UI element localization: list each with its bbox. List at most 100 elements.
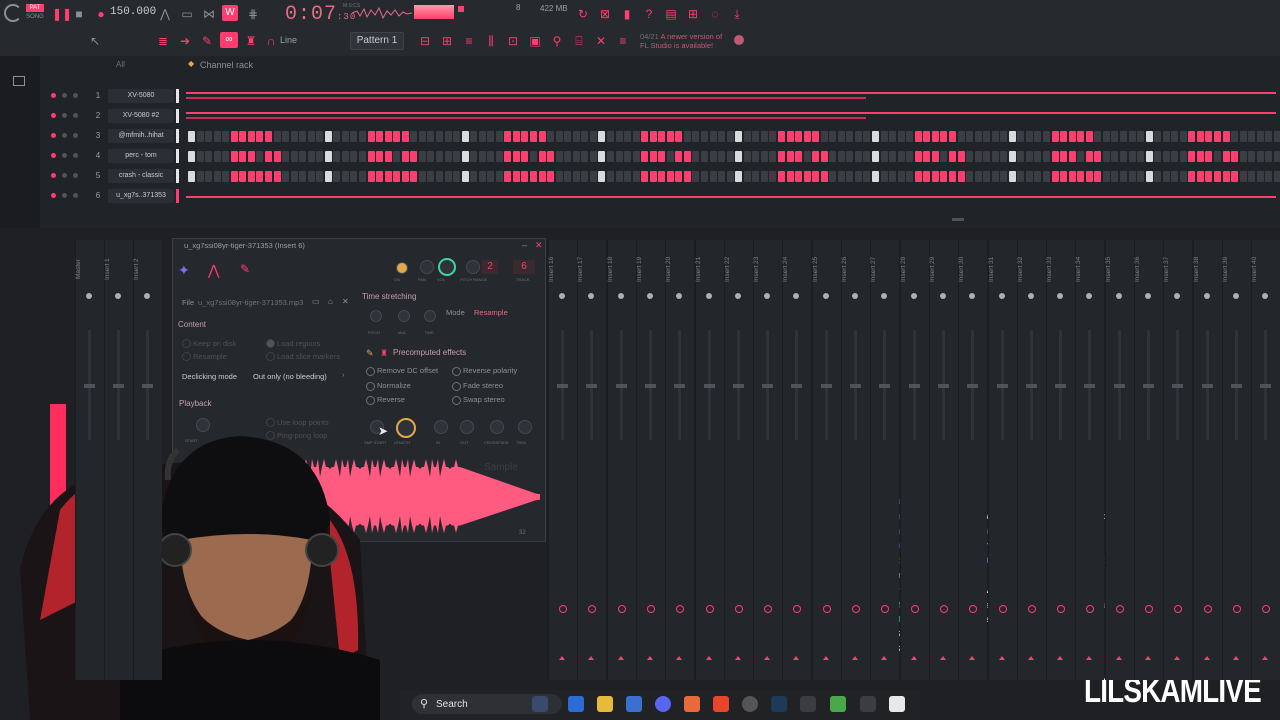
step-button[interactable] — [538, 171, 546, 182]
forward-icon[interactable]: ➜ — [178, 34, 192, 48]
step-button[interactable] — [649, 131, 657, 142]
step-button[interactable] — [1256, 151, 1264, 162]
step-button[interactable] — [367, 171, 375, 182]
mixer-track[interactable] — [870, 240, 900, 680]
track-send-knob[interactable] — [939, 605, 948, 613]
touch-keyboard-icon[interactable]: ⌸ — [572, 34, 586, 48]
stretch-time-knob[interactable] — [424, 310, 436, 322]
step-button[interactable] — [324, 151, 332, 162]
step-button[interactable] — [760, 171, 768, 182]
shop-icon[interactable]: ▤ — [664, 7, 678, 21]
step-button[interactable] — [230, 151, 238, 162]
step-button[interactable] — [701, 171, 708, 182]
track-send-knob[interactable] — [852, 605, 860, 613]
step-button[interactable] — [282, 151, 290, 162]
step-button[interactable] — [786, 171, 794, 182]
step-button[interactable] — [1085, 131, 1093, 142]
step-button[interactable] — [444, 131, 452, 142]
step-button[interactable] — [384, 131, 392, 142]
step-edit-icon[interactable]: ⋕ — [246, 7, 260, 21]
channel-select-indicator[interactable] — [176, 89, 179, 103]
step-button[interactable] — [307, 171, 315, 182]
step-button[interactable] — [675, 151, 683, 162]
track-route-arrow[interactable] — [588, 656, 595, 660]
step-button[interactable] — [444, 171, 452, 182]
step-button[interactable] — [538, 131, 546, 142]
mixer-track[interactable] — [841, 240, 870, 680]
step-button[interactable] — [350, 171, 358, 182]
step-button[interactable] — [991, 171, 999, 182]
track-route-arrow[interactable] — [998, 656, 1005, 660]
step-button[interactable] — [213, 151, 221, 162]
step-button[interactable] — [675, 171, 683, 182]
step-button[interactable] — [701, 131, 708, 142]
step-button[interactable] — [606, 151, 614, 162]
step-button[interactable] — [504, 131, 512, 142]
step-button[interactable] — [1077, 131, 1085, 142]
track-route-arrow[interactable] — [646, 656, 653, 660]
track-route-arrow[interactable] — [910, 656, 917, 660]
track-fader-handle[interactable] — [84, 384, 95, 388]
track-fader-handle[interactable] — [732, 384, 744, 388]
step-button[interactable] — [1068, 171, 1076, 182]
step-button[interactable] — [880, 171, 888, 182]
in-knob[interactable] — [434, 420, 448, 434]
mixer-icon[interactable]: ⊠ — [598, 7, 612, 21]
mixer-track[interactable] — [606, 240, 636, 680]
copilot-icon[interactable] — [568, 696, 584, 712]
track-fader-handle[interactable] — [1025, 384, 1037, 388]
step-button[interactable] — [307, 151, 315, 162]
mode-value[interactable]: Resample — [474, 308, 508, 317]
step-button[interactable] — [889, 151, 897, 162]
step-button[interactable] — [581, 151, 589, 162]
step-button[interactable] — [624, 131, 632, 142]
step-button[interactable] — [1154, 151, 1162, 162]
step-button[interactable] — [606, 171, 614, 182]
step-button[interactable] — [487, 151, 495, 162]
4k-icon[interactable] — [860, 696, 876, 712]
step-button[interactable] — [923, 131, 931, 142]
keep-on-disk-radio[interactable] — [182, 339, 191, 348]
step-button[interactable] — [914, 151, 922, 162]
step-button[interactable] — [829, 171, 837, 182]
step-button[interactable] — [1188, 171, 1196, 182]
step-button[interactable] — [1128, 171, 1136, 182]
step-button[interactable] — [966, 131, 974, 142]
step-button[interactable] — [760, 151, 768, 162]
pat-toggle[interactable]: PAT — [26, 4, 44, 12]
step-button[interactable] — [1214, 171, 1221, 182]
step-button[interactable] — [726, 151, 734, 162]
step-button[interactable] — [897, 171, 905, 182]
channel-select-indicator[interactable] — [176, 109, 179, 123]
mute-led[interactable] — [51, 113, 56, 118]
mixer-track[interactable] — [958, 240, 988, 680]
step-button[interactable] — [264, 131, 272, 142]
step-button[interactable] — [316, 131, 324, 142]
step-button[interactable] — [974, 151, 982, 162]
step-button[interactable] — [1137, 171, 1145, 182]
step-button[interactable] — [760, 131, 768, 142]
step-button[interactable] — [726, 171, 734, 182]
maps-icon[interactable] — [830, 696, 846, 712]
step-button[interactable] — [666, 171, 674, 182]
step-button[interactable] — [957, 171, 965, 182]
step-button[interactable] — [701, 151, 708, 162]
mixer-track[interactable] — [987, 240, 1017, 680]
step-button[interactable] — [948, 131, 956, 142]
step-button[interactable] — [564, 171, 572, 182]
arrow-icon[interactable]: ↖ — [88, 34, 102, 48]
step-button[interactable] — [675, 131, 683, 142]
step-button[interactable] — [418, 131, 426, 142]
step-button[interactable] — [316, 171, 324, 182]
track-value[interactable]: 6 — [513, 260, 535, 274]
step-button[interactable] — [666, 131, 674, 142]
step-button[interactable] — [709, 131, 717, 142]
step-button[interactable] — [606, 131, 614, 142]
song-toggle[interactable]: SONG — [26, 13, 44, 21]
step-button[interactable] — [1145, 151, 1153, 162]
step-button[interactable] — [299, 131, 307, 142]
step-button[interactable] — [1273, 171, 1280, 182]
step-button[interactable] — [1034, 171, 1042, 182]
step-button[interactable] — [846, 171, 854, 182]
track-send-knob[interactable] — [705, 605, 714, 613]
